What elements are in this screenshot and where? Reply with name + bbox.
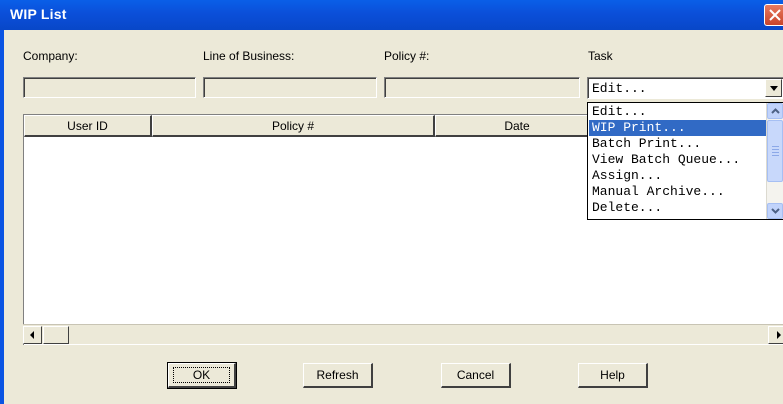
chevron-up-icon: [771, 108, 780, 114]
line-of-business-label: Line of Business:: [203, 49, 295, 63]
ok-button[interactable]: OK: [167, 362, 237, 389]
horizontal-scrollbar[interactable]: [23, 324, 783, 344]
task-option-batch-print[interactable]: Batch Print...: [589, 136, 767, 152]
grip-line: [772, 155, 779, 156]
close-button[interactable]: [764, 4, 783, 26]
dropdown-scroll-thumb[interactable]: [767, 120, 783, 182]
column-header-policy-number[interactable]: Policy #: [152, 115, 435, 137]
task-select[interactable]: Edit...: [587, 77, 783, 99]
dropdown-vertical-scrollbar[interactable]: [766, 103, 783, 219]
dropdown-scroll-down-button[interactable]: [767, 203, 783, 219]
column-header-date[interactable]: Date: [435, 115, 600, 137]
refresh-button[interactable]: Refresh: [303, 363, 373, 388]
grip-line: [772, 152, 779, 153]
task-dropdown-button[interactable]: [765, 79, 782, 97]
company-label: Company:: [23, 49, 78, 63]
dropdown-scroll-up-button[interactable]: [767, 103, 783, 119]
help-button[interactable]: Help: [578, 363, 648, 388]
grip-line: [772, 149, 779, 150]
help-button-label: Help: [600, 367, 625, 382]
task-label: Task: [588, 49, 613, 63]
task-option-assign[interactable]: Assign...: [589, 168, 767, 184]
task-option-wip-print[interactable]: WIP Print...: [589, 120, 767, 136]
company-field[interactable]: [23, 77, 196, 98]
arrow-right-icon: [777, 331, 781, 339]
scroll-left-button[interactable]: [23, 326, 42, 344]
refresh-button-label: Refresh: [316, 367, 359, 382]
close-icon: [769, 9, 781, 21]
cancel-button[interactable]: Cancel: [441, 363, 511, 388]
scroll-right-button[interactable]: [768, 326, 783, 344]
task-option-view-batch-queue[interactable]: View Batch Queue...: [589, 152, 767, 168]
cancel-button-label: Cancel: [456, 367, 495, 382]
window-title: WIP List: [10, 6, 67, 22]
policy-number-label: Policy #:: [384, 49, 430, 63]
line-of-business-field[interactable]: [203, 77, 377, 98]
horizontal-scroll-thumb[interactable]: [43, 326, 69, 344]
arrow-left-icon: [30, 331, 34, 339]
task-select-value: Edit...: [592, 81, 647, 96]
task-option-delete[interactable]: Delete...: [589, 200, 767, 216]
task-option-edit[interactable]: Edit...: [589, 104, 767, 120]
column-header-user-id[interactable]: User ID: [24, 115, 152, 137]
task-dropdown-list[interactable]: Edit... WIP Print... Batch Print... View…: [587, 102, 783, 220]
focus-ring: [173, 367, 230, 383]
wip-list-window: WIP List Company: Line of Business: Poli…: [0, 0, 783, 404]
chevron-down-icon: [770, 86, 778, 91]
policy-number-field[interactable]: [384, 77, 580, 98]
task-option-manual-archive[interactable]: Manual Archive...: [589, 184, 767, 200]
title-bar[interactable]: WIP List: [0, 0, 783, 30]
chevron-down-icon: [771, 208, 780, 214]
grip-line: [772, 146, 779, 147]
